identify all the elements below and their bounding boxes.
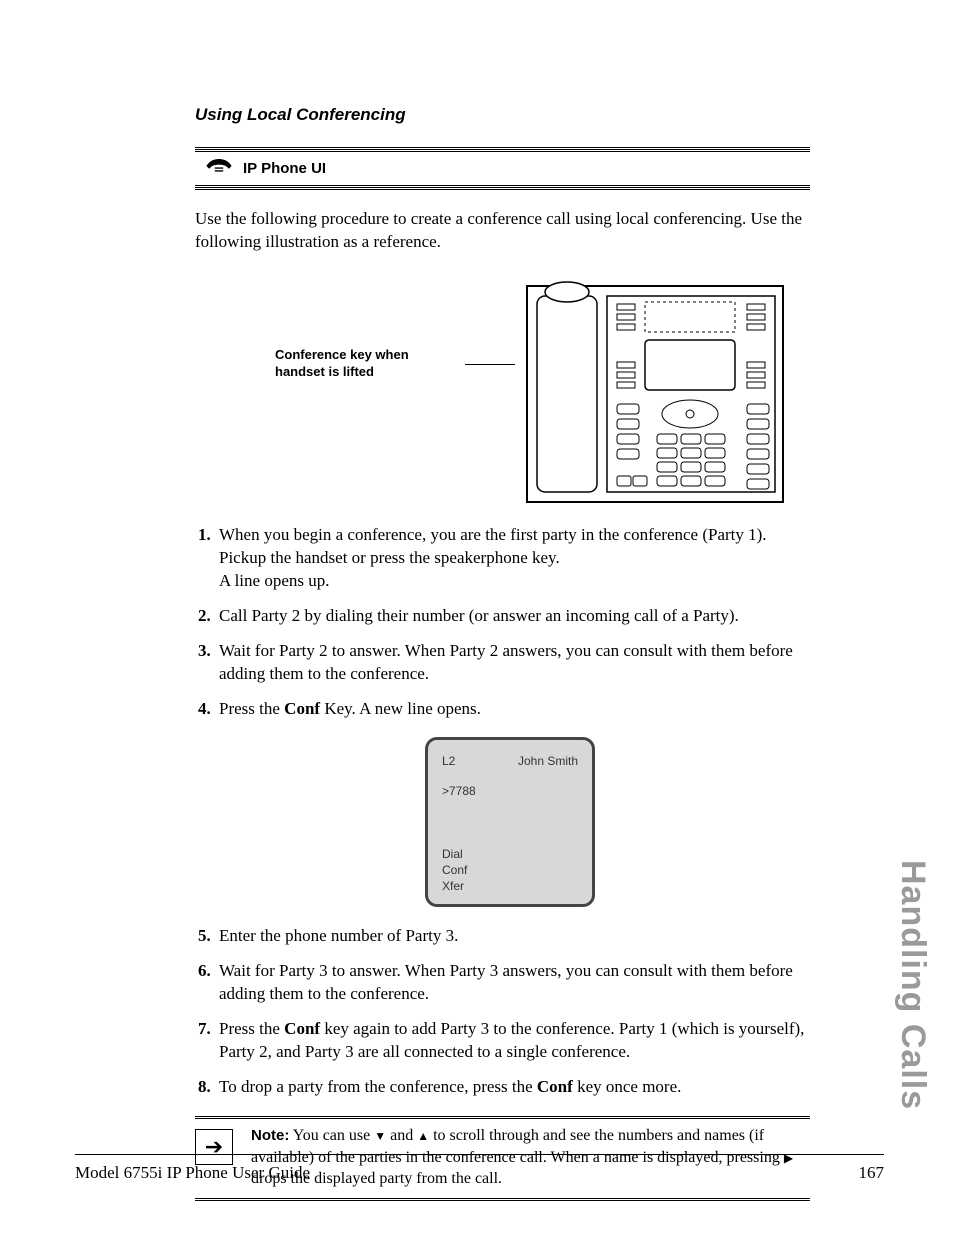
note-seg: and xyxy=(386,1127,417,1144)
footer-title: Model 6755i IP Phone User Guide xyxy=(75,1163,310,1183)
page-number: 167 xyxy=(859,1163,885,1183)
lcd-screen: L2 John Smith >7788 Dial Conf Xfer xyxy=(425,737,595,907)
step-1: When you begin a conference, you are the… xyxy=(215,524,810,593)
ui-bar-label: IP Phone UI xyxy=(243,160,326,177)
section-heading: Using Local Conferencing xyxy=(195,105,810,125)
note-seg: You can use xyxy=(289,1127,374,1144)
step-text: To drop a party from the conference, pre… xyxy=(219,1077,537,1096)
chapter-tab: Handling Calls xyxy=(893,860,932,1110)
conf-key-label: Conf xyxy=(537,1077,573,1096)
step-8: To drop a party from the conference, pre… xyxy=(215,1076,810,1099)
lcd-softkey-conf: Conf xyxy=(442,862,467,878)
callout-line xyxy=(465,364,515,365)
step-text: Press the xyxy=(219,699,284,718)
lcd-caller-name: John Smith xyxy=(518,754,578,768)
step-6: Wait for Party 3 to answer. When Party 3… xyxy=(215,960,810,1006)
lcd-softkey-xfer: Xfer xyxy=(442,878,467,894)
step-5: Enter the phone number of Party 3. xyxy=(215,925,810,948)
phone-illustration: Conference key when handset is lifted xyxy=(275,274,810,504)
step-text: Key. A new line opens. xyxy=(320,699,481,718)
intro-paragraph: Use the following procedure to create a … xyxy=(195,208,810,254)
lcd-line: L2 xyxy=(442,754,455,768)
lcd-softkey-dial: Dial xyxy=(442,846,467,862)
step-text: key once more. xyxy=(573,1077,682,1096)
step-2: Call Party 2 by dialing their number (or… xyxy=(215,605,810,628)
step-text: Press the xyxy=(219,1019,284,1038)
ui-bar: IP Phone UI xyxy=(195,147,810,190)
note-label: Note: xyxy=(251,1127,289,1144)
conf-key-label: Conf xyxy=(284,699,320,718)
steps-list: When you begin a conference, you are the… xyxy=(175,524,810,721)
conf-key-label: Conf xyxy=(284,1019,320,1038)
step-4: Press the Conf Key. A new line opens. xyxy=(215,698,810,721)
phone-drawing-icon xyxy=(525,274,785,504)
step-3: Wait for Party 2 to answer. When Party 2… xyxy=(215,640,810,686)
figure-caption: Conference key when handset is lifted xyxy=(275,347,455,381)
phone-ui-icon xyxy=(205,157,233,180)
step-7: Press the Conf key again to add Party 3 … xyxy=(215,1018,810,1064)
down-arrow-icon: ▼ xyxy=(374,1129,386,1143)
page-footer: Model 6755i IP Phone User Guide 167 xyxy=(75,1154,884,1183)
up-arrow-icon: ▲ xyxy=(417,1129,429,1143)
steps-list-cont: Enter the phone number of Party 3. Wait … xyxy=(175,925,810,1099)
step-text: When you begin a conference, you are the… xyxy=(219,525,767,567)
step-text: A line opens up. xyxy=(219,571,330,590)
lcd-dialed: >7788 xyxy=(442,784,578,798)
